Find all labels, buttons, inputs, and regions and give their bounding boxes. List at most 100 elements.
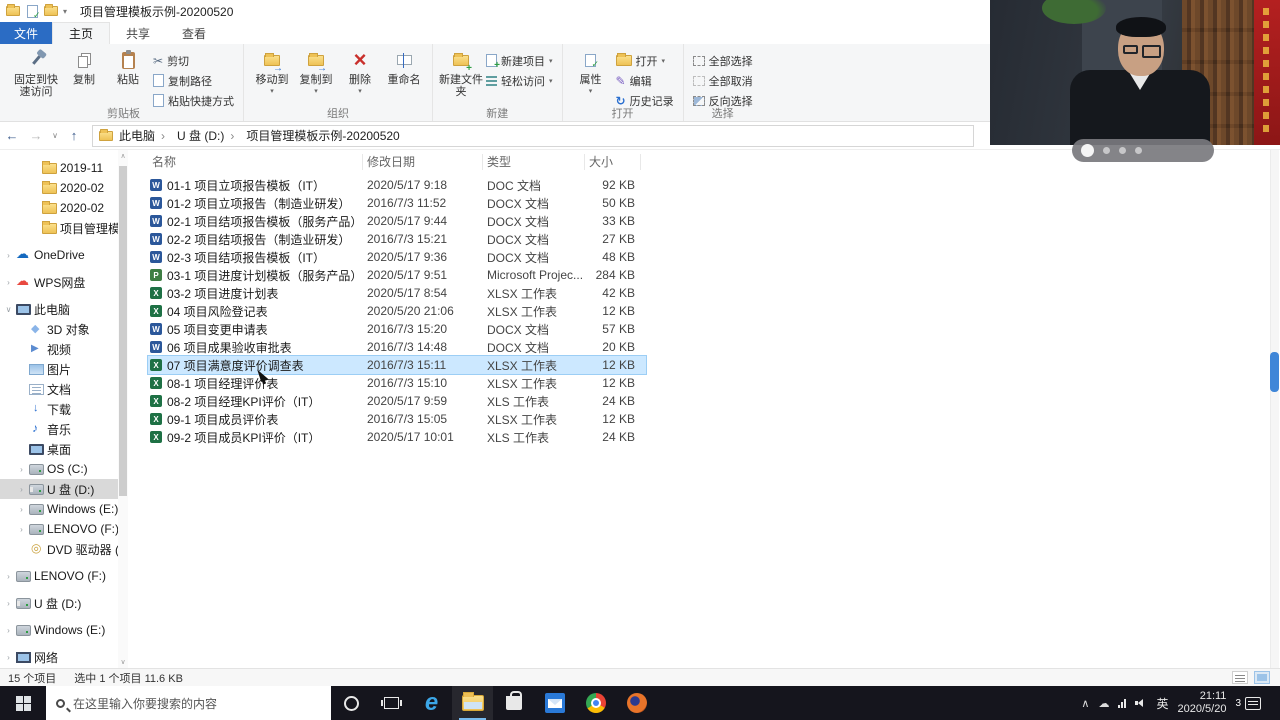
08-2 项目经理KPI评价（IT）[interactable]: X 08-2 项目经理KPI评价（IT） 2020/5/17 9:59 XLS 工… [148,392,646,410]
05 项目变更申请表[interactable]: W 05 项目变更申请表 2016/7/3 15:20 DOCX 文档 57 KB [148,320,646,338]
input-language-indicator[interactable]: 英 [1156,695,1168,712]
taskbar-search-box[interactable]: 在这里输入你要搜索的内容 [46,686,331,720]
expand-caret[interactable]: › [4,626,13,635]
hidden-icons-chevron[interactable]: ∧ [1081,697,1089,710]
firefox-icon[interactable] [616,686,657,720]
recent-locations-caret[interactable]: ∨ [48,131,62,140]
tree-item[interactable]: 图片 [0,359,118,379]
file-list-scrollbar[interactable] [1270,150,1279,668]
expand-caret[interactable]: › [17,525,26,534]
column-header-type[interactable]: 类型 [483,154,585,170]
03-2 项目进度计划表[interactable]: X 03-2 项目进度计划表 2020/5/17 8:54 XLSX 工作表 42… [148,284,646,302]
tree-item[interactable]: 项目管理模板示例 [0,218,118,238]
tree-item[interactable]: ∨ 此电脑 [0,299,118,319]
expand-caret[interactable]: › [17,485,26,494]
chrome-icon[interactable] [575,686,616,720]
customize-quick-access-caret[interactable]: ▾ [63,7,67,16]
02-3 项目结项报告模板（IT）[interactable]: W 02-3 项目结项报告模板（IT） 2020/5/17 9:36 DOCX 文… [148,248,646,266]
breadcrumb-current-folder[interactable]: 项目管理模板示例-20200520 [246,127,399,144]
expand-caret[interactable]: › [4,572,13,581]
forward-button[interactable]: → [24,128,48,143]
02-1 项目结项报告模板（服务产品）[interactable]: W 02-1 项目结项报告模板（服务产品） 2020/5/17 9:44 DOCX… [148,212,646,230]
volume-icon[interactable] [1135,697,1147,709]
expand-caret[interactable]: ∨ [4,305,13,314]
meeting-control-bar[interactable] [1072,139,1214,162]
rename-button[interactable]: 重命名 [382,47,426,87]
tree-item[interactable]: › Windows (E:) [0,499,118,519]
tree-item[interactable]: 2020-02 [0,198,118,218]
copy-path-button[interactable]: 复制路径 [150,71,237,90]
task-view-button[interactable] [371,686,411,720]
file-list-scrollbar-thumb[interactable] [1270,352,1279,392]
sidebar-scrollbar[interactable]: ∧ ∨ [118,150,128,668]
tree-item[interactable]: › WPS网盘 [0,272,118,292]
tree-item[interactable]: › OS (C:) [0,459,118,479]
06 项目成果验收审批表[interactable]: W 06 项目成果验收审批表 2016/7/3 14:48 DOCX 文档 20 … [148,338,646,356]
up-button[interactable]: ↑ [62,128,86,143]
delete-button[interactable]: 删除▾ [338,47,382,99]
back-button[interactable]: ← [0,128,24,143]
tree-item[interactable]: 桌面 [0,439,118,459]
tree-item[interactable]: › Windows (E:) [0,620,118,640]
04 项目风险登记表[interactable]: X 04 项目风险登记表 2020/5/20 21:06 XLSX 工作表 12 … [148,302,646,320]
breadcrumb-this-pc[interactable]: 此电脑 [119,127,171,144]
camera-control-icon[interactable] [1081,144,1094,157]
scroll-up-arrow[interactable]: ∧ [118,152,128,160]
control-dot-icon[interactable] [1103,147,1110,154]
01-1 项目立项报告模板（IT）[interactable]: W 01-1 项目立项报告模板（IT） 2020/5/17 9:18 DOC 文档… [148,176,646,194]
08-1 项目经理评价表[interactable]: X 08-1 项目经理评价表 2016/7/3 15:10 XLSX 工作表 12… [148,374,646,392]
control-dot-icon[interactable] [1135,147,1142,154]
control-dot-icon[interactable] [1119,147,1126,154]
tree-item[interactable]: 文档 [0,379,118,399]
tree-item[interactable]: 2019-11 [0,158,118,178]
cortana-button[interactable] [331,686,371,720]
tree-item[interactable]: 2020-02 [0,178,118,198]
properties-button[interactable]: 属性▾ [569,47,613,99]
expand-caret[interactable]: › [4,653,13,662]
column-header-size[interactable]: 大小 [585,154,641,170]
copy-button[interactable]: 复制 [62,47,106,87]
new-folder-button[interactable]: + 新建文件夹 [439,47,483,99]
details-view-toggle[interactable] [1232,671,1248,684]
tree-item[interactable]: › U 盘 (D:) [0,479,118,499]
edit-button[interactable]: 编辑 [613,71,677,90]
store-icon[interactable] [493,686,534,720]
tree-item[interactable]: › LENOVO (F:) [0,566,118,586]
quick-access-new-folder-icon[interactable] [44,4,58,17]
tree-item[interactable]: › LENOVO (F:) [0,519,118,539]
tree-item[interactable]: 视频 [0,339,118,359]
action-center-icon[interactable] [1245,696,1261,710]
open-button[interactable]: 打开 ▾ [613,51,677,70]
onedrive-tray-icon[interactable]: ☁ [1098,697,1109,710]
move-to-button[interactable]: → 移动到 ▾ [250,47,294,99]
tree-item[interactable]: 音乐 [0,419,118,439]
07 项目满意度评价调查表[interactable]: X 07 项目满意度评价调查表 2016/7/3 15:11 XLSX 工作表 1… [147,355,647,375]
start-button[interactable] [0,686,46,720]
02-2 项目结项报告（制造业研发）[interactable]: W 02-2 项目结项报告（制造业研发） 2016/7/3 15:21 DOCX … [148,230,646,248]
column-header-date[interactable]: 修改日期 [363,154,483,170]
tab-home[interactable]: 主页 [52,22,111,44]
paste-button[interactable]: 粘贴 [106,47,150,87]
select-none-button[interactable]: 全部取消 [690,71,756,90]
select-all-button[interactable]: 全部选择 [690,51,756,70]
tree-item[interactable]: 3D 对象 [0,319,118,339]
taskbar-clock[interactable]: 21:11 2020/5/20 [1178,690,1227,716]
tree-item[interactable]: › OneDrive [0,245,118,265]
column-header-name[interactable]: 名称 [148,154,363,170]
tab-share[interactable]: 共享 [110,22,166,44]
address-bar[interactable]: 此电脑 U 盘 (D:) 项目管理模板示例-20200520 [92,124,974,147]
tree-item[interactable]: DVD 驱动器 (G:) [0,539,118,559]
breadcrumb-drive[interactable]: U 盘 (D:) [177,127,240,144]
expand-caret[interactable]: › [4,251,13,260]
03-1 项目进度计划模板（服务产品）[interactable]: P 03-1 项目进度计划模板（服务产品） 2020/5/17 9:51 Micr… [148,266,646,284]
pin-to-quick-access-button[interactable]: 固定到快速访问 [10,47,62,99]
expand-caret[interactable]: › [17,505,26,514]
tree-item[interactable]: 下载 [0,399,118,419]
edge-icon[interactable] [411,686,452,720]
cut-button[interactable]: 剪切 [150,51,237,70]
expand-caret[interactable]: › [4,278,13,287]
quick-access-properties-icon[interactable] [25,4,41,21]
tab-file[interactable]: 文件 [0,22,53,44]
expand-caret[interactable]: › [17,465,26,474]
09-1 项目成员评价表[interactable]: X 09-1 项目成员评价表 2016/7/3 15:05 XLSX 工作表 12… [148,410,646,428]
